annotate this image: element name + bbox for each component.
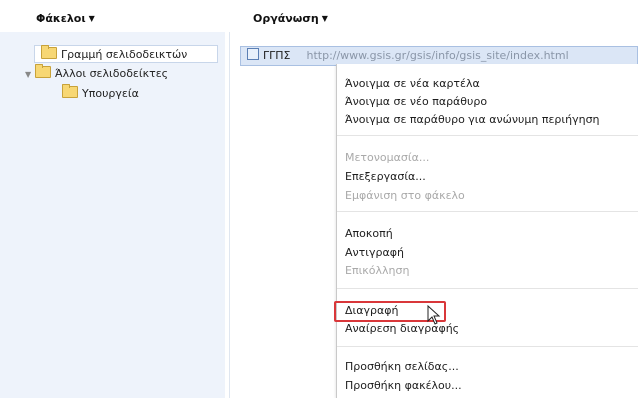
context-menu: Άνοιγμα σε νέα καρτέλα Άνοιγμα σε νέο πα… (336, 64, 638, 398)
menu-item-copy[interactable]: Αντιγραφή (345, 246, 404, 259)
organize-label: Οργάνωση (253, 12, 319, 25)
menu-item-rename: Μετονομασία... (345, 151, 430, 164)
menu-item-undo-delete[interactable]: Αναίρεση διαγραφής (345, 322, 459, 335)
bookmark-title: ΓΓΠΣ (263, 49, 291, 62)
tree-item-other-bookmarks[interactable]: ▼ Άλλοι σελιδοδείκτες (25, 64, 169, 84)
menu-item-add-folder[interactable]: Προσθήκη φακέλου... (345, 379, 462, 392)
menu-item-add-page[interactable]: Προσθήκη σελίδας... (345, 360, 459, 373)
tree-item-label: Γραμμή σελιδοδεικτών (61, 48, 188, 61)
menu-item-cut[interactable]: Αποκοπή (345, 227, 393, 240)
site-favicon-icon (247, 48, 259, 60)
bookmark-row[interactable]: ΓΓΠΣ http://www.gsis.gr/gsis/info/gsis_si… (240, 46, 638, 66)
menu-item-open-incognito[interactable]: Άνοιγμα σε παράθυρο για ανώνυμη περιήγησ… (345, 113, 600, 126)
folders-menu-button[interactable]: Φάκελοι ▼ (36, 12, 95, 25)
chevron-down-icon: ▼ (321, 14, 328, 23)
chevron-down-icon: ▼ (88, 14, 95, 23)
menu-item-open-new-tab[interactable]: Άνοιγμα σε νέα καρτέλα (345, 77, 480, 90)
menu-separator (337, 135, 638, 136)
mouse-cursor-icon (427, 305, 441, 325)
tree-item-bookmarks-bar[interactable]: Γραμμή σελιδοδεικτών (34, 45, 218, 63)
expand-triangle-icon[interactable]: ▼ (25, 66, 35, 84)
menu-item-edit[interactable]: Επεξεργασία... (345, 170, 426, 183)
folder-icon (62, 84, 78, 98)
tree-item-label: Υπουργεία (82, 87, 139, 100)
organizer-header: Φάκελοι ▼ Οργάνωση ▼ (0, 0, 638, 32)
open-folder-icon (35, 64, 51, 78)
tree-item-ministries[interactable]: Υπουργεία (62, 84, 139, 103)
tree-item-label: Άλλοι σελιδοδείκτες (55, 67, 169, 80)
folder-icon (41, 45, 57, 59)
menu-item-paste: Επικόλληση (345, 264, 410, 277)
organize-menu-button[interactable]: Οργάνωση ▼ (253, 12, 328, 25)
menu-item-open-new-window[interactable]: Άνοιγμα σε νέο παράθυρο (345, 95, 487, 108)
menu-separator (337, 288, 638, 289)
menu-separator (337, 211, 638, 212)
bookmark-url: http://www.gsis.gr/gsis/info/gsis_site/i… (306, 49, 569, 62)
menu-separator (337, 346, 638, 347)
menu-item-show-in-folder: Εμφάνιση στο φάκελο (345, 189, 465, 202)
folders-label: Φάκελοι (36, 12, 86, 25)
